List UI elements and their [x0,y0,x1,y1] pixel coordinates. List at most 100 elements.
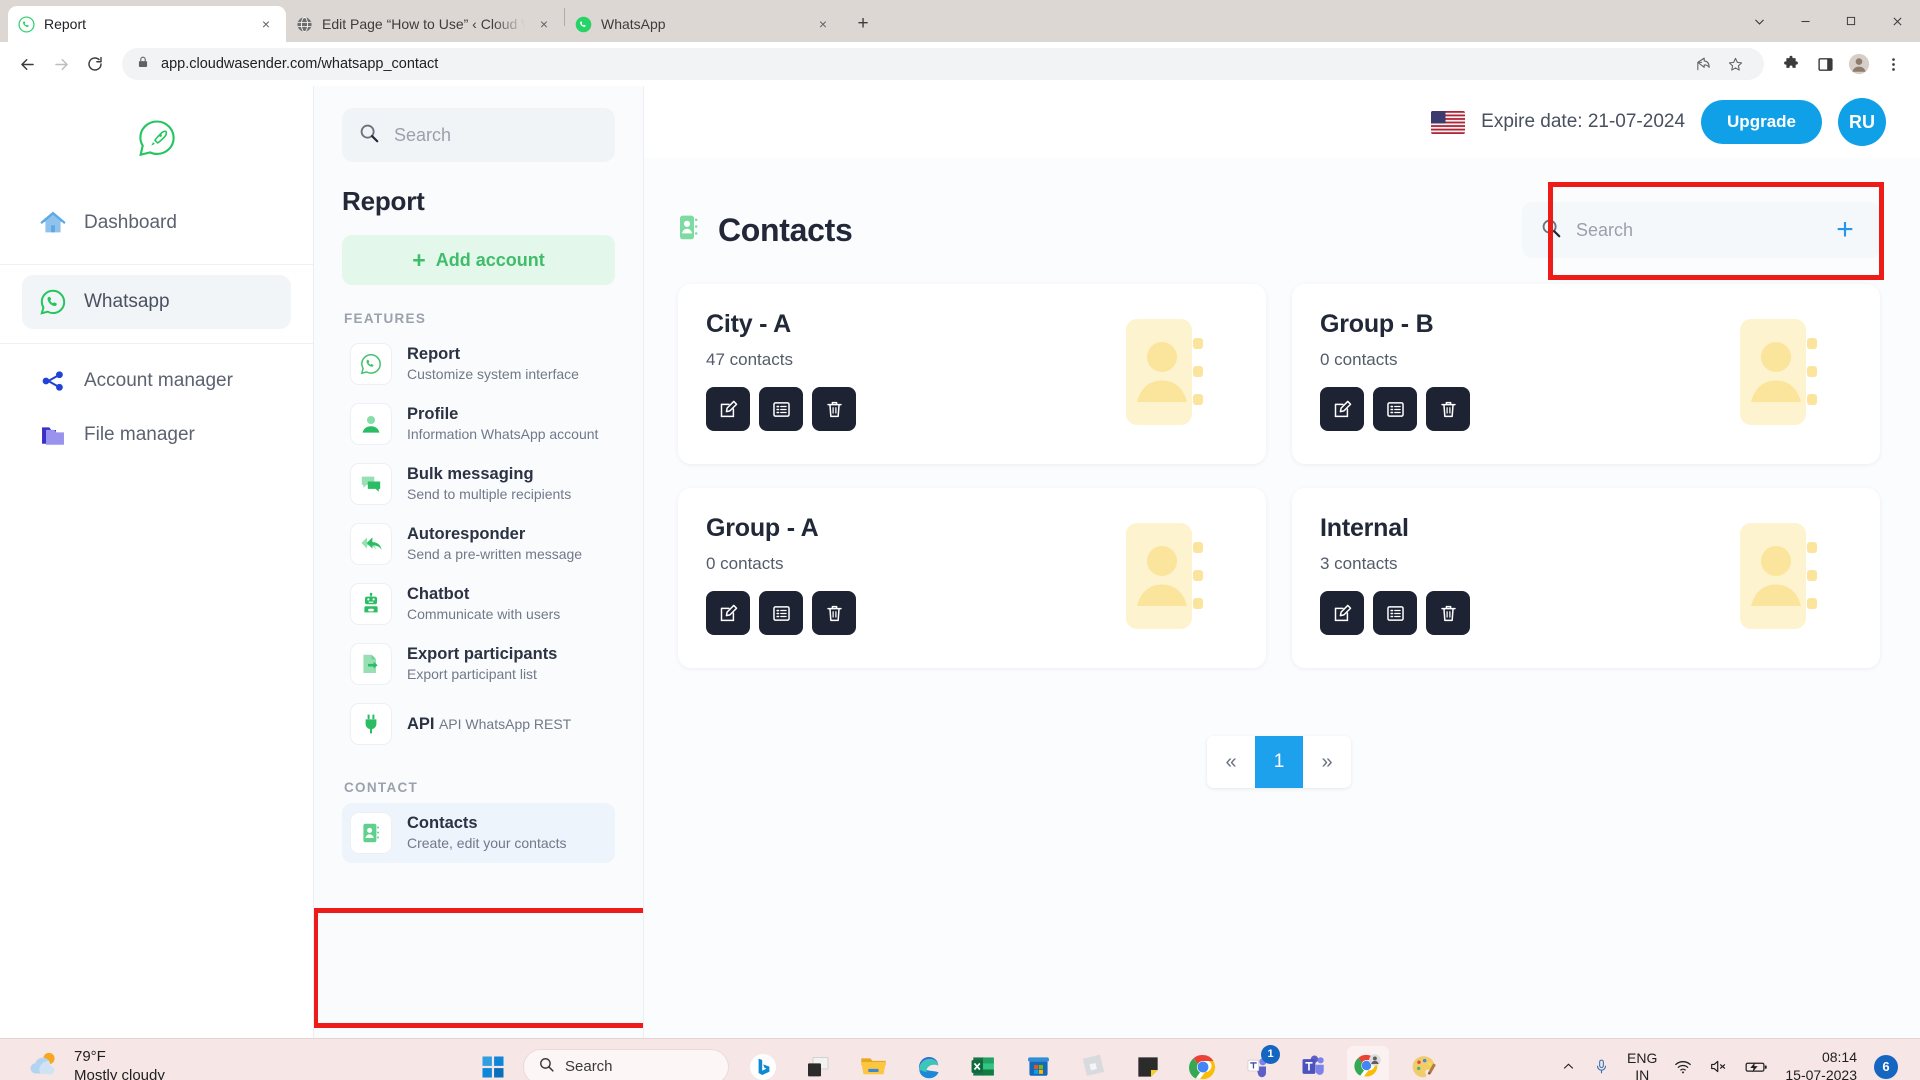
contacts-search-box[interactable]: + [1522,202,1880,258]
bing-chat-icon[interactable] [742,1046,784,1080]
clock[interactable]: 08:14 15-07-2023 [1785,1049,1857,1080]
windows-start-icon[interactable] [476,1050,510,1080]
sidebar-item-account-manager[interactable]: Account manager [22,354,291,408]
cloudwasender-rocket-logo[interactable] [0,104,313,186]
edit-button[interactable] [706,387,750,431]
contact-card[interactable]: City - A 47 contacts [678,284,1266,464]
sidebar-item-dashboard[interactable]: Dashboard [22,196,291,250]
feature-item-api[interactable]: API API WhatsApp REST [342,694,615,754]
sticky-notes-icon[interactable] [1127,1046,1169,1080]
notification-center-badge[interactable]: 6 [1874,1054,1898,1079]
pagination-prev[interactable]: « [1207,736,1255,788]
contact-card[interactable]: Group - B 0 contacts [1292,284,1880,464]
list-button[interactable] [759,591,803,635]
address-book-icon [350,812,392,854]
delete-button[interactable] [1426,387,1470,431]
delete-button[interactable] [812,591,856,635]
edit-button[interactable] [706,591,750,635]
speaker-muted-icon[interactable] [1709,1057,1728,1076]
microsoft-teams-icon[interactable] [1292,1046,1334,1080]
maximize-button[interactable] [1828,0,1874,42]
list-button[interactable] [1373,591,1417,635]
excel-icon[interactable] [962,1046,1004,1080]
pagination-next[interactable]: » [1303,736,1351,788]
language-indicator[interactable]: ENG IN [1627,1050,1657,1080]
feature-item-report[interactable]: Report Customize system interface [342,334,615,394]
feature-item-profile[interactable]: Profile Information WhatsApp account [342,394,615,454]
forward-button[interactable] [46,49,76,79]
feature-item-autoresponder[interactable]: Autoresponder Send a pre-written message [342,514,615,574]
contacts-search-input[interactable] [1576,219,1818,241]
side-panel-icon[interactable] [1810,49,1840,79]
chevron-up-icon[interactable] [1561,1059,1576,1074]
feature-item-chatbot[interactable]: Chatbot Communicate with users [342,574,615,634]
avatar[interactable]: RU [1838,98,1886,146]
taskbar-search-label: Search [565,1058,613,1075]
chevron-down-icon[interactable] [1736,0,1782,42]
contact-section-label: CONTACT [344,780,419,795]
microsoft-store-icon[interactable] [1017,1046,1059,1080]
whatsapp-icon [575,16,592,33]
paint-icon[interactable] [1402,1046,1444,1080]
taskbar-search-box[interactable]: Search [523,1048,729,1080]
close-icon[interactable]: × [813,14,833,34]
edit-button[interactable] [1320,591,1364,635]
list-button[interactable] [1373,387,1417,431]
add-account-button[interactable]: + Add account [342,235,615,285]
add-contact-button[interactable]: + [1818,203,1872,257]
feature-title: Autoresponder [407,525,526,544]
upgrade-button[interactable]: Upgrade [1701,100,1822,144]
feature-item-export-participants[interactable]: Export participants Export participant l… [342,634,615,694]
panel-search-box[interactable] [342,108,615,162]
profile-avatar-icon[interactable] [1844,49,1874,79]
address-bar[interactable]: app.cloudwasender.com/whatsapp_contact [122,48,1764,80]
file-explorer-icon[interactable] [852,1046,894,1080]
browser-tab-report[interactable]: Report × [8,6,286,42]
address-book-illustration [1736,316,1828,433]
back-button[interactable] [12,49,42,79]
taskbar-weather-widget[interactable]: 79°F Mostly cloudy [0,1048,165,1080]
contact-card[interactable]: Group - A 0 contacts [678,488,1266,668]
google-chrome-icon[interactable] [1182,1046,1224,1080]
minimize-button[interactable] [1782,0,1828,42]
feature-item-bulk-messaging[interactable]: Bulk messaging Send to multiple recipien… [342,454,615,514]
pagination-page-1[interactable]: 1 [1255,736,1303,788]
contact-card[interactable]: Internal 3 contacts [1292,488,1880,668]
close-icon[interactable]: × [256,14,276,34]
contacts-page: Contacts + City - A 47 contacts [644,158,1920,1038]
sidebar-item-file-manager[interactable]: File manager [22,408,291,462]
roblox-icon[interactable] [1072,1046,1114,1080]
bookmark-star-icon[interactable] [1720,49,1750,79]
list-button[interactable] [759,387,803,431]
close-window-button[interactable] [1874,0,1920,42]
card-title: Group - A [706,514,819,542]
delete-button[interactable] [812,387,856,431]
delete-button[interactable] [1426,591,1470,635]
close-icon[interactable]: × [534,14,554,34]
new-tab-button[interactable]: + [849,10,877,38]
contact-section-highlight [314,908,643,1028]
edit-button[interactable] [1320,387,1364,431]
browser-tab-whatsapp[interactable]: WhatsApp × [565,6,843,42]
sidebar-item-whatsapp[interactable]: Whatsapp [22,275,291,329]
search-input[interactable] [394,124,599,146]
teams-personal-icon[interactable]: 1 [1237,1044,1280,1080]
browser-tab-edit-page[interactable]: Edit Page “How to Use” ‹ Cloud W × [286,6,564,42]
microphone-icon[interactable] [1593,1058,1610,1075]
microsoft-edge-icon[interactable] [907,1046,949,1080]
chrome-menu-icon[interactable] [1878,49,1908,79]
share-icon[interactable] [1688,49,1718,79]
task-view-icon[interactable] [797,1046,839,1080]
plug-icon [350,703,392,745]
chat-bubbles-icon [350,463,392,505]
us-flag-icon[interactable] [1431,110,1466,134]
wifi-icon[interactable] [1674,1058,1692,1076]
reload-button[interactable] [80,49,110,79]
browser-chrome: Report × Edit Page “How to Use” ‹ Cloud … [0,0,1920,86]
battery-charging-icon[interactable] [1745,1059,1768,1075]
chrome-profile-icon[interactable] [1347,1045,1389,1080]
extensions-icon[interactable] [1776,49,1806,79]
feature-sub: Send to multiple recipients [407,485,572,502]
feature-item-contacts[interactable]: Contacts Create, edit your contacts [342,803,615,863]
feature-sub: Customize system interface [407,365,579,382]
